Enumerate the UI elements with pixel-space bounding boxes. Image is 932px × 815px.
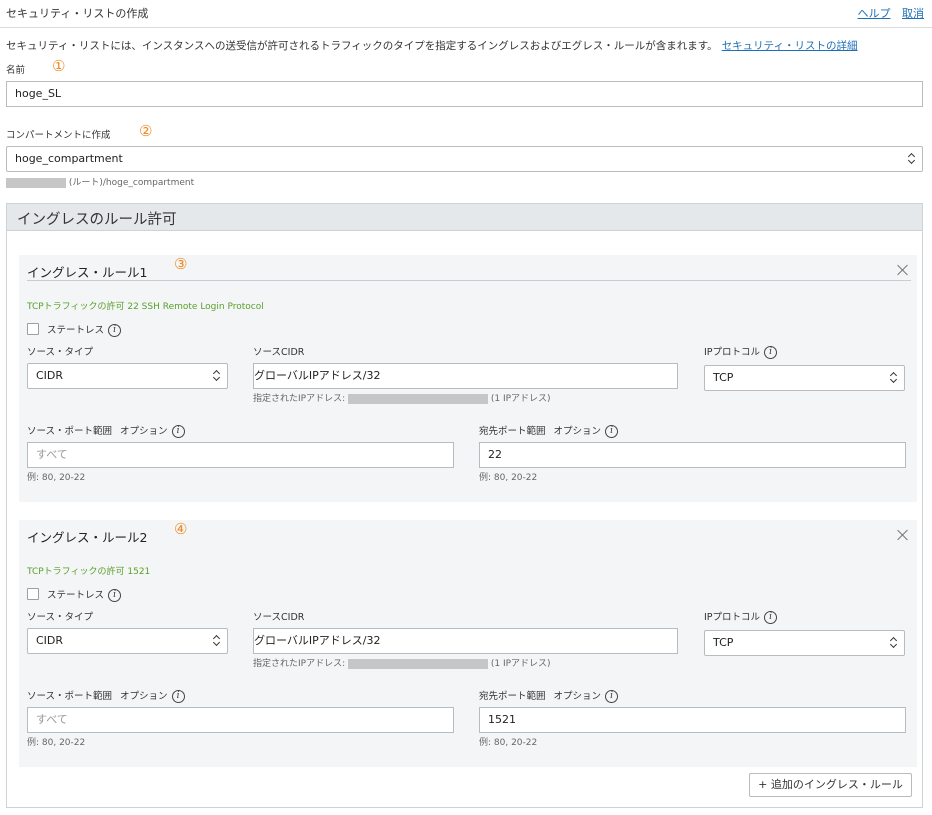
rule-1-title: イングレス・ルール1 — [27, 265, 148, 280]
rule-2-title: イングレス・ルール2 — [27, 530, 148, 545]
info-icon[interactable]: i — [605, 690, 619, 703]
description: セキュリティ・リストには、インスタンスへの送受信が許可されるトラフィックのタイプ… — [6, 38, 858, 53]
rule-1-summary: TCPトラフィックの許可 22 SSH Remote Login Protoco… — [27, 302, 264, 312]
rule-2-dst-port-input[interactable]: 1521 — [479, 707, 906, 733]
rule-1-source-cidr-input[interactable]: グローバルIPアドレス/32 — [253, 363, 678, 389]
select-arrows-icon — [213, 633, 221, 649]
cancel-link[interactable]: 取消 — [902, 7, 924, 20]
rule-1-stateless-label: ステートレス i — [47, 322, 122, 337]
info-icon[interactable]: i — [764, 611, 778, 624]
rule-1-src-port-example: 例: 80, 20-22 — [27, 473, 86, 483]
ingress-section-title: イングレスのルール許可 — [17, 212, 177, 228]
rule-2-dst-port-example: 例: 80, 20-22 — [479, 738, 538, 748]
info-icon[interactable]: i — [108, 589, 122, 602]
rule-1-protocol-value: TCP — [713, 371, 734, 384]
marker-3: ③ — [174, 255, 188, 273]
rule-1-source-type-label: ソース・タイプ — [27, 347, 94, 358]
rule-1-src-port-label: ソース・ポート範囲 オプション i — [27, 423, 185, 438]
select-arrows-icon — [908, 151, 916, 167]
add-ingress-rule-button[interactable]: + 追加のイングレス・ルール — [749, 773, 912, 797]
rule-1-protocol-label: IPプロトコル i — [704, 344, 778, 359]
info-icon[interactable]: i — [171, 690, 185, 703]
rule-2-protocol-value: TCP — [713, 636, 734, 649]
ingress-rule-1: イングレス・ルール1 ③ TCPトラフィックの許可 22 SSH Remote … — [19, 255, 917, 502]
rule-1-stateless-checkbox[interactable] — [27, 323, 39, 335]
ingress-section: イングレスのルール許可 イングレス・ルール1 ③ TCPトラフィックの許可 22… — [6, 203, 923, 808]
security-list-details-link[interactable]: セキュリティ・リストの詳細 — [722, 40, 858, 52]
rule-2-protocol-select[interactable]: TCP — [704, 630, 905, 656]
rule-2-protocol-label: IPプロトコル i — [704, 609, 778, 624]
rule-1-cidr-note-suffix: (1 IPアドレス) — [490, 394, 551, 404]
rule-2-summary: TCPトラフィックの許可 1521 — [27, 567, 151, 577]
ingress-section-header: イングレスのルール許可 — [7, 204, 922, 231]
rule-1-protocol-select[interactable]: TCP — [704, 365, 905, 391]
compartment-label: コンパートメントに作成 — [6, 130, 111, 141]
rule-1-dst-port-example: 例: 80, 20-22 — [479, 473, 538, 483]
redacted-block — [348, 393, 488, 404]
ingress-rule-2: イングレス・ルール2 ④ TCPトラフィックの許可 1521 ステートレス i ソ… — [19, 520, 917, 767]
compartment-value: hoge_compartment — [15, 152, 123, 165]
rule-2-source-type-value: CIDR — [36, 634, 64, 647]
description-text: セキュリティ・リストには、インスタンスへの送受信が許可されるトラフィックのタイプ… — [6, 40, 718, 52]
rule-2-cidr-note-suffix: (1 IPアドレス) — [490, 659, 551, 669]
select-arrows-icon — [890, 635, 898, 651]
select-arrows-icon — [213, 368, 221, 384]
rule-2-source-cidr-input[interactable]: グローバルIPアドレス/32 — [253, 628, 678, 654]
rule-1-dst-port-label: 宛先ポート範囲 オプション i — [479, 423, 619, 438]
select-arrows-icon — [890, 370, 898, 386]
rule-2-src-port-label: ソース・ポート範囲 オプション i — [27, 688, 185, 703]
help-link[interactable]: ヘルプ — [858, 7, 891, 20]
rule-2-dst-port-label: 宛先ポート範囲 オプション i — [479, 688, 619, 703]
rule-2-stateless-label: ステートレス i — [47, 587, 122, 602]
rule-1-source-cidr-label: ソースCIDR — [253, 347, 305, 358]
name-label: 名前 — [6, 65, 26, 76]
marker-4: ④ — [174, 520, 188, 538]
rule-1-divider — [27, 280, 911, 281]
info-icon[interactable]: i — [605, 425, 619, 438]
rule-2-source-cidr-label: ソースCIDR — [253, 612, 305, 623]
info-icon[interactable]: i — [764, 346, 778, 359]
rule-2-cidr-note: 指定されたIPアドレス: (1 IPアドレス) — [253, 656, 551, 669]
redacted-block — [6, 177, 66, 188]
compartment-path-text: (ルート)/hoge_compartment — [68, 178, 195, 188]
rule-1-close-icon[interactable] — [897, 264, 909, 276]
rule-1-cidr-note-prefix: 指定されたIPアドレス: — [253, 394, 346, 404]
rule-2-cidr-note-prefix: 指定されたIPアドレス: — [253, 659, 346, 669]
rule-2-source-type-label: ソース・タイプ — [27, 612, 94, 623]
rule-2-close-icon[interactable] — [897, 529, 909, 541]
info-icon[interactable]: i — [108, 324, 122, 337]
rule-2-src-port-example: 例: 80, 20-22 — [27, 738, 86, 748]
compartment-path: (ルート)/hoge_compartment — [6, 175, 194, 188]
rule-1-source-type-value: CIDR — [36, 369, 64, 382]
name-input[interactable]: hoge_SL — [6, 81, 923, 107]
marker-1: ① — [52, 57, 66, 75]
marker-2: ② — [139, 122, 153, 140]
rule-2-source-type-select[interactable]: CIDR — [27, 628, 228, 654]
rule-1-src-port-input[interactable]: すべて — [27, 442, 454, 468]
compartment-select[interactable]: hoge_compartment — [6, 146, 923, 172]
rule-1-dst-port-input[interactable]: 22 — [479, 442, 906, 468]
dialog-title: セキュリティ・リストの作成 — [6, 7, 149, 20]
dialog-header: セキュリティ・リストの作成 ヘルプ 取消 — [0, 0, 932, 28]
redacted-block — [348, 658, 488, 669]
rule-2-src-port-input[interactable]: すべて — [27, 707, 454, 733]
rule-1-source-type-select[interactable]: CIDR — [27, 363, 228, 389]
header-links: ヘルプ 取消 — [850, 5, 925, 21]
rule-2-stateless-checkbox[interactable] — [27, 588, 39, 600]
info-icon[interactable]: i — [171, 425, 185, 438]
rule-1-cidr-note: 指定されたIPアドレス: (1 IPアドレス) — [253, 391, 551, 404]
